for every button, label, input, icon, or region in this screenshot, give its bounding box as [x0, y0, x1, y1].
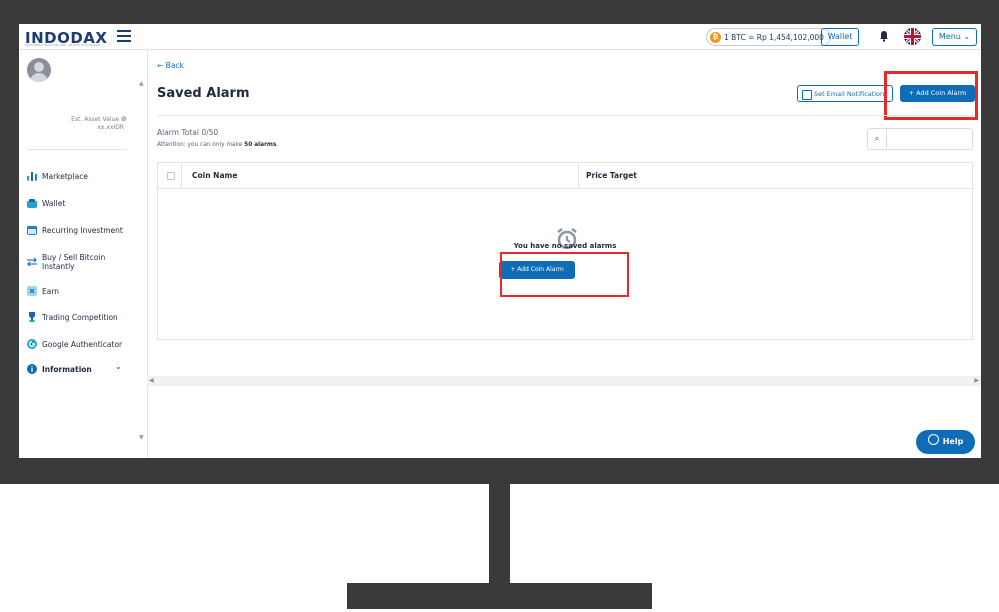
- sidebar-item-label: Wallet: [42, 198, 66, 208]
- google-icon: [27, 339, 37, 349]
- monitor-stand-neck: [489, 484, 510, 584]
- column-coin-name[interactable]: Coin Name: [192, 171, 237, 180]
- calendar-icon: [27, 226, 37, 235]
- table-header: Coin Name Price Target: [158, 163, 972, 189]
- btc-price-text: 1 BTC = Rp 1,454,102,000: [724, 32, 824, 42]
- scroll-down-arrow-icon[interactable]: ▼: [139, 434, 144, 441]
- monitor-stand-base: [347, 583, 652, 609]
- swap-icon: [27, 257, 37, 267]
- hamburger-icon[interactable]: [117, 30, 131, 42]
- page-title: Saved Alarm: [157, 86, 250, 101]
- logo-subtitle: INDONESIA BITCOIN AND CRYPTO EXCHANGE: [25, 43, 101, 47]
- attention-suffix: .: [276, 142, 279, 148]
- sidebar-item-recurring-investment[interactable]: Recurring Investment: [27, 222, 123, 238]
- title-divider: [157, 115, 973, 116]
- alarm-total: Alarm Total 0/50: [157, 128, 219, 137]
- screen: INDODAX INDONESIA BITCOIN AND CRYPTO EXC…: [19, 24, 981, 458]
- sidebar-item-trading-competition[interactable]: Trading Competition: [27, 309, 118, 325]
- bitcoin-icon: ₿: [710, 31, 721, 43]
- sidebar-item-label: Buy / Sell Bitcoin: [42, 253, 106, 262]
- asset-value: xx.xxIDR: [97, 124, 124, 131]
- email-edit-icon: [802, 90, 812, 100]
- chat-bubble-icon: [927, 434, 939, 445]
- uk-flag-icon[interactable]: [904, 28, 921, 45]
- bell-icon[interactable]: [879, 30, 889, 42]
- earn-icon: [27, 286, 37, 296]
- sidebar-item-information[interactable]: Information: [27, 361, 92, 377]
- attention-note: Attention: you can only make 50 alarms.: [157, 142, 278, 148]
- attention-bold: 50 alarms: [244, 142, 277, 148]
- info-icon: [27, 364, 37, 374]
- wallet-button[interactable]: Wallet: [821, 28, 859, 46]
- column-price-target[interactable]: Price Target: [586, 171, 637, 180]
- eye-slash-icon[interactable]: ⊘: [121, 115, 127, 123]
- sidebar-item-label: Earn: [42, 286, 60, 296]
- main-content: ← Back Saved Alarm Set Email Notificatio…: [147, 50, 981, 458]
- top-bar: INDODAX INDONESIA BITCOIN AND CRYPTO EXC…: [19, 24, 981, 50]
- sidebar-item-label: Recurring Investment: [42, 225, 123, 235]
- empty-state-text: You have no saved alarms: [513, 242, 617, 250]
- monitor-frame: INDODAX INDONESIA BITCOIN AND CRYPTO EXC…: [0, 0, 999, 484]
- search-icon[interactable]: ⌕: [868, 129, 887, 149]
- chevron-down-icon[interactable]: ⌄: [115, 362, 122, 371]
- sidebar-item-label-line2: Instantly: [42, 262, 75, 271]
- sidebar-item-earn[interactable]: Earn: [27, 283, 59, 299]
- scroll-right-arrow-icon[interactable]: ▶: [974, 377, 979, 384]
- sidebar-item-label: Marketplace: [42, 171, 88, 181]
- chart-bars-icon: [27, 172, 37, 181]
- sidebar-item-label: Google Authenticator: [42, 339, 123, 349]
- help-label: Help: [942, 437, 964, 446]
- select-all-checkbox[interactable]: [167, 172, 175, 180]
- scroll-left-arrow-icon[interactable]: ◀: [149, 377, 154, 384]
- asset-value-label: Est. Asset Value: [71, 116, 119, 123]
- email-button-label: Set Email Notification: [814, 90, 885, 98]
- horizontal-scrollbar[interactable]: ◀ ▶: [147, 376, 981, 386]
- search-box[interactable]: ⌕: [867, 128, 973, 150]
- sidebar-divider: [27, 149, 127, 150]
- set-email-notification-button[interactable]: Set Email Notification: [797, 85, 893, 102]
- sidebar-item-marketplace[interactable]: Marketplace: [27, 168, 88, 184]
- avatar[interactable]: [27, 58, 51, 82]
- alarm-table: Coin Name Price Target You have no saved…: [157, 162, 973, 340]
- sidebar-item-label: Trading Competition: [42, 312, 118, 322]
- attention-prefix: Attention: you can only make: [157, 142, 243, 148]
- sidebar-item-buy-sell-bitcoin[interactable]: Buy / Sell Bitcoin Instantly: [27, 251, 105, 273]
- sidebar-item-label: Information: [42, 364, 92, 374]
- menu-button[interactable]: Menu ⌄: [932, 28, 977, 46]
- sidebar-item-google-authenticator[interactable]: Google Authenticator: [27, 336, 122, 352]
- scroll-up-arrow-icon[interactable]: ▲: [139, 80, 144, 87]
- chevron-down-icon: ⌄: [963, 32, 971, 41]
- highlight-box-top: [884, 71, 978, 120]
- help-button[interactable]: Help: [916, 430, 975, 454]
- back-link[interactable]: ← Back: [157, 61, 184, 70]
- highlight-box-middle: [500, 252, 629, 297]
- sidebar-item-wallet[interactable]: Wallet: [27, 195, 65, 211]
- menu-label: Menu: [938, 32, 961, 41]
- trophy-icon: [29, 312, 35, 322]
- btc-price-ticker[interactable]: ₿ 1 BTC = Rp 1,454,102,000: [706, 28, 831, 46]
- sidebar-scrollbar[interactable]: ▲ ▼: [135, 76, 145, 446]
- wallet-icon: [27, 199, 37, 208]
